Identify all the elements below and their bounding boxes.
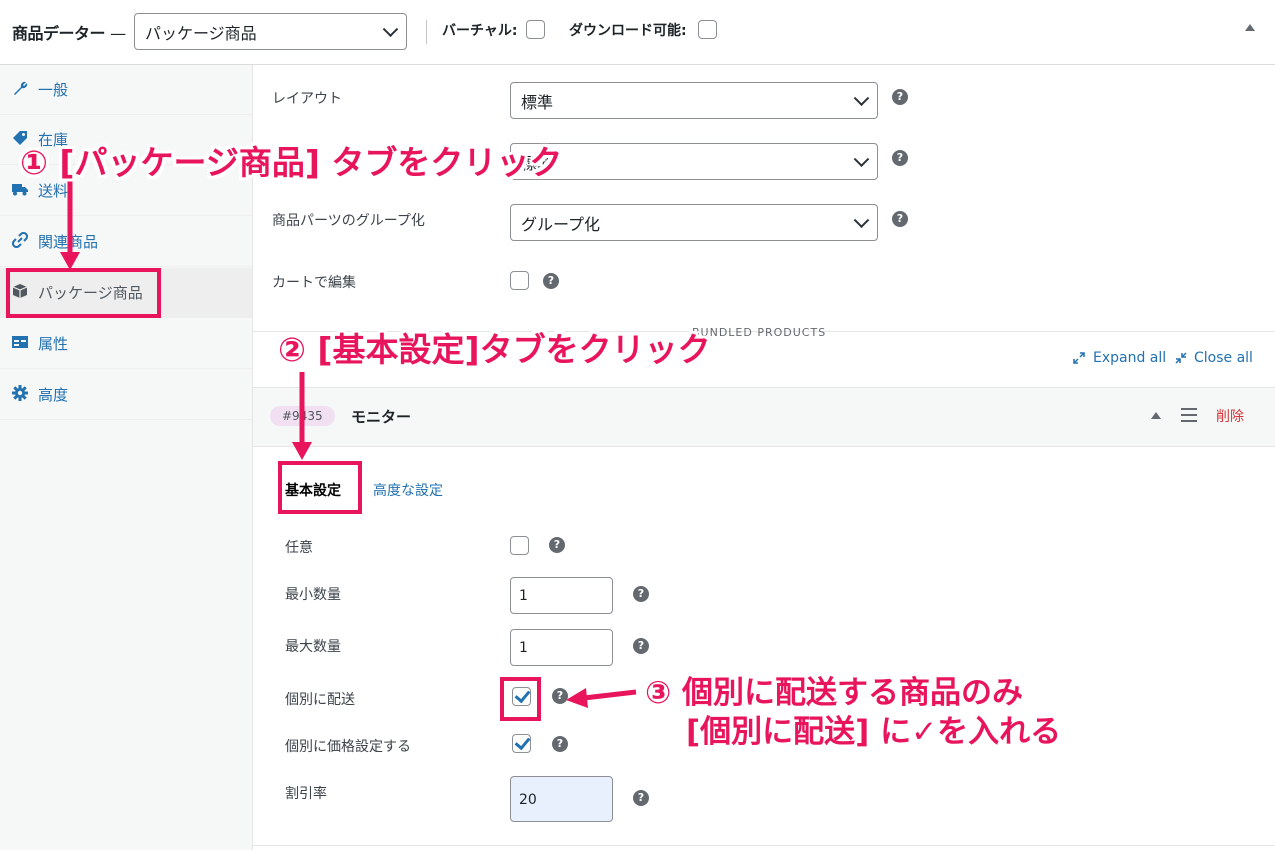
arrow-head bbox=[60, 252, 80, 270]
annotation-step1: ① [パッケージ商品] タブをクリック bbox=[20, 143, 563, 182]
arrow-head bbox=[292, 442, 312, 460]
annotation-arrows bbox=[60, 180, 637, 708]
annotation-step2: ② [基本設定]タブをクリック bbox=[278, 330, 711, 369]
arrow-line bbox=[583, 689, 637, 701]
annotation-step3-line2: [個別に配送] に✓を入れる bbox=[686, 714, 1062, 750]
arrow-head bbox=[566, 688, 588, 708]
